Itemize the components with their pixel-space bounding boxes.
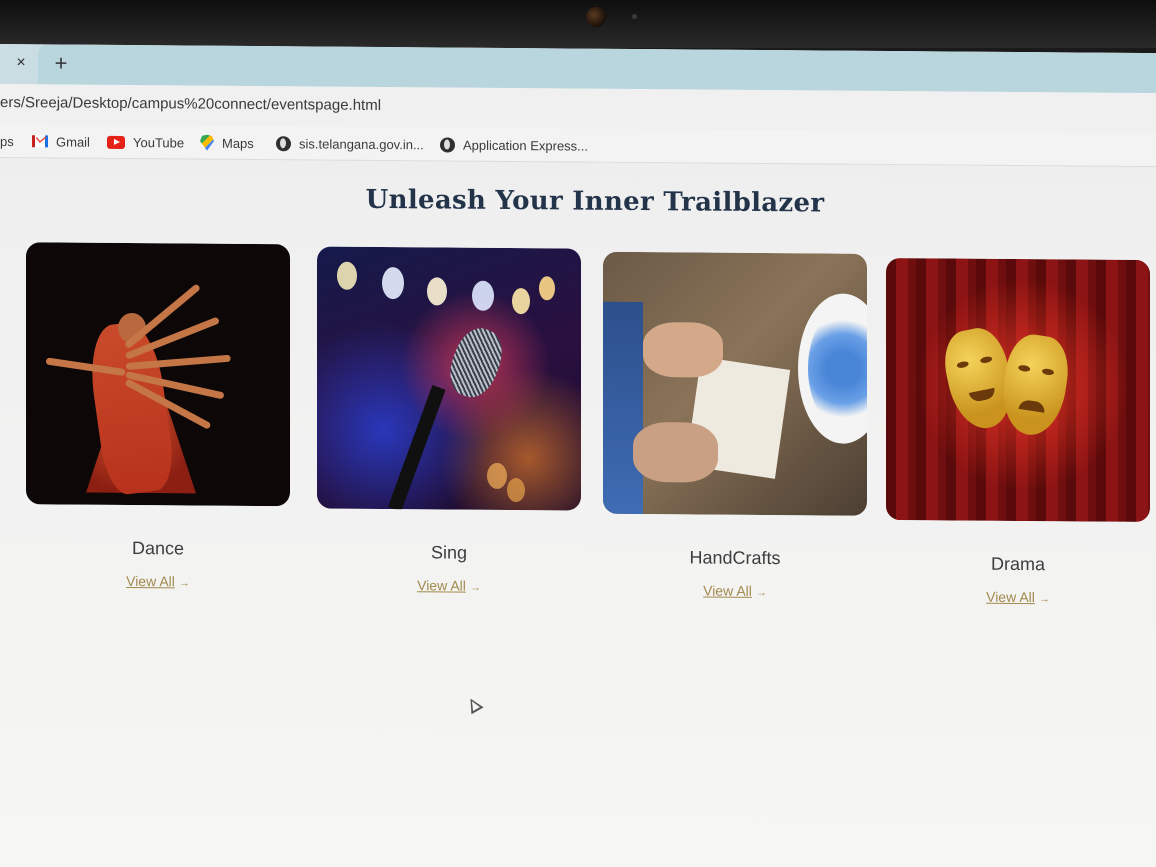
arrow-right-icon: → [1038, 593, 1050, 606]
event-title: Sing [430, 542, 468, 563]
tab-close-button[interactable]: × [10, 52, 32, 74]
url-text[interactable]: ers/Sreeja/Desktop/campus%20connect/even… [0, 94, 381, 114]
webcam-indicator [632, 14, 637, 19]
bookmark-apps[interactable]: ps [0, 132, 14, 150]
page-title: Unleash Your Inner Trailblazer [365, 184, 825, 219]
maps-icon [200, 135, 214, 151]
bookmark-label: sis.telangana.gov.in... [299, 135, 424, 152]
view-all-label[interactable]: View All [703, 583, 752, 599]
bookmark-label: YouTube [133, 134, 185, 150]
gmail-icon [32, 135, 48, 148]
event-card-handcrafts[interactable]: HandCrafts View All → [603, 251, 867, 599]
bookmark-maps[interactable]: Maps [200, 134, 254, 152]
arrow-right-icon: → [469, 581, 481, 594]
view-all-link[interactable]: View All → [886, 588, 1150, 606]
view-all-link[interactable]: View All → [317, 576, 581, 594]
webcam [586, 7, 606, 27]
bookmark-label: Maps [222, 135, 254, 151]
view-all-label[interactable]: View All [417, 577, 466, 593]
event-card-sing[interactable]: Sing View All → [317, 246, 581, 594]
view-all-label[interactable]: View All [986, 589, 1035, 605]
youtube-icon [107, 135, 125, 149]
bookmark-label: ps [0, 133, 14, 149]
view-all-link[interactable]: View All → [26, 572, 290, 590]
event-title: HandCrafts [689, 547, 781, 569]
bookmark-youtube[interactable]: YouTube [107, 133, 184, 152]
microphone-photo[interactable] [317, 246, 581, 511]
browser-window: × + ers/Sreeja/Desktop/campus%20connect/… [0, 44, 1156, 867]
event-card-drama[interactable]: Drama View All → [886, 257, 1150, 605]
arrow-right-icon: → [755, 586, 767, 600]
handcrafts-photo[interactable] [603, 251, 867, 516]
mouse-cursor-icon [464, 695, 484, 715]
globe-icon [440, 136, 455, 153]
globe-icon [276, 135, 291, 151]
bookmark-label: Gmail [56, 133, 90, 150]
bookmark-application-express[interactable]: Application Express... [440, 135, 588, 154]
laptop-bezel [0, 0, 1156, 48]
event-title: Dance [131, 538, 185, 559]
new-tab-button[interactable]: + [48, 50, 74, 76]
view-all-label[interactable]: View All [126, 573, 175, 589]
dance-photo[interactable] [26, 242, 290, 507]
bookmark-sis-telangana[interactable]: sis.telangana.gov.in... [276, 134, 424, 153]
view-all-link[interactable]: View All → [603, 582, 867, 600]
event-card-dance[interactable]: Dance View All → [26, 242, 290, 589]
arrow-right-icon: → [178, 577, 190, 590]
theatre-masks-photo[interactable] [886, 257, 1150, 523]
event-title: Drama [990, 553, 1045, 575]
bookmark-label: Application Express... [463, 137, 589, 154]
bookmark-gmail[interactable]: Gmail [32, 132, 90, 150]
